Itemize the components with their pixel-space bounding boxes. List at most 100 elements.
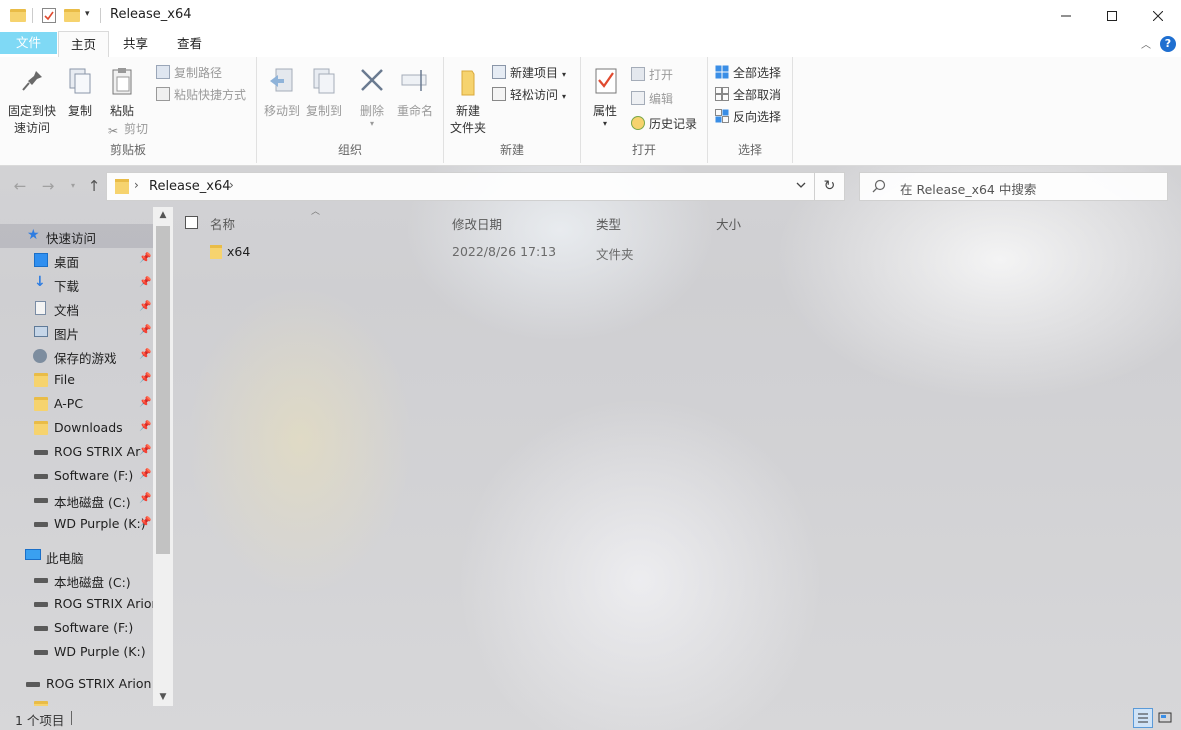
- copy-to-label: 复制到: [305, 104, 342, 118]
- nav-item-rog-strix[interactable]: ROG STRIX Ar 📌: [0, 440, 153, 464]
- large-icons-view-icon[interactable]: [1156, 708, 1176, 728]
- scroll-up-arrow-icon[interactable]: ▲: [153, 207, 173, 224]
- pin-quick-access-button[interactable]: 固定到快 速访问: [6, 65, 58, 137]
- new-folder-button[interactable]: 新建 文件夹: [448, 65, 488, 137]
- invert-selection-button[interactable]: 反向选择: [715, 107, 781, 127]
- file-name[interactable]: x64: [227, 244, 250, 259]
- nav-pc-local-disk-c[interactable]: 本地磁盘 (C:): [0, 568, 153, 592]
- details-view-icon[interactable]: [1133, 708, 1153, 728]
- select-all-checkbox[interactable]: [185, 216, 198, 229]
- up-arrow-icon[interactable]: ↑: [84, 176, 104, 196]
- tab-view[interactable]: 查看: [165, 31, 214, 57]
- nav-pc-rog-strix[interactable]: ROG STRIX Arion: [0, 592, 153, 616]
- forward-arrow-icon[interactable]: →: [38, 176, 58, 196]
- back-arrow-icon[interactable]: ←: [10, 176, 30, 196]
- properties-dropdown-icon: ▾: [602, 119, 607, 128]
- properties-qa-icon[interactable]: [42, 8, 56, 23]
- nav-item-partial[interactable]: [0, 696, 153, 706]
- nav-item-label: 下载: [54, 279, 80, 294]
- column-header-type[interactable]: 类型: [596, 214, 621, 234]
- copy-path-button[interactable]: 复制路径: [156, 63, 222, 83]
- move-to-button[interactable]: 移动到: [263, 65, 301, 120]
- nav-item-label: A-PC: [54, 396, 84, 411]
- clipboard-group-label: 剪贴板: [109, 143, 146, 157]
- nav-this-pc-label: 此电脑: [46, 551, 84, 566]
- search-box[interactable]: 在 Release_x64 中搜索: [859, 172, 1168, 201]
- tab-home[interactable]: 主页: [58, 31, 110, 58]
- copy-to-button[interactable]: 复制到: [305, 65, 343, 120]
- minimize-button[interactable]: [1043, 0, 1089, 31]
- column-header-size[interactable]: 大小: [716, 214, 741, 234]
- nav-item-label: ROG STRIX Ar: [54, 444, 141, 459]
- maximize-button[interactable]: [1089, 0, 1135, 31]
- breadcrumb-release-x64[interactable]: Release_x64: [149, 179, 231, 194]
- select-all-button[interactable]: 全部选择: [715, 63, 781, 83]
- easy-access-button[interactable]: 轻松访问 ▾: [492, 85, 566, 105]
- nav-item-desktop[interactable]: 桌面 📌: [0, 248, 153, 272]
- tab-file[interactable]: 文件: [0, 32, 57, 54]
- cut-button[interactable]: ✂ 剪切: [106, 119, 148, 139]
- column-header-modified[interactable]: 修改日期: [452, 214, 502, 234]
- history-button[interactable]: 历史记录: [631, 114, 697, 134]
- select-group-label: 选择: [737, 143, 762, 157]
- nav-item-downloads[interactable]: ↓ 下载 📌: [0, 272, 153, 296]
- open-group-label: 打开: [631, 143, 656, 157]
- customize-qa-chevron-icon[interactable]: ▾: [85, 9, 90, 19]
- refresh-icon[interactable]: ↻: [814, 173, 844, 200]
- nav-item-label: WD Purple (K:): [54, 644, 146, 659]
- pin-icon: 📌: [139, 517, 152, 528]
- copy-button[interactable]: 复制: [62, 65, 98, 120]
- nav-item-downloads-folder[interactable]: Downloads 📌: [0, 416, 153, 440]
- recent-locations-chevron-icon[interactable]: ▾: [63, 176, 83, 196]
- invert-selection-label: 反向选择: [733, 110, 782, 124]
- edit-button[interactable]: 编辑: [631, 89, 673, 109]
- open-button[interactable]: 打开: [631, 65, 673, 85]
- nav-item-a-pc[interactable]: A-PC 📌: [0, 392, 153, 416]
- folder-icon: [34, 421, 48, 435]
- nav-item-file[interactable]: File 📌: [0, 368, 153, 392]
- address-bar[interactable]: › Release_x64 › ↻: [106, 172, 845, 201]
- new-item-icon: [492, 65, 506, 79]
- select-all-icon: [715, 65, 729, 79]
- breadcrumb-chevron-icon[interactable]: ›: [134, 178, 139, 192]
- title-bar: ▾ Release_x64: [0, 0, 1181, 31]
- nav-item-pictures[interactable]: 图片 📌: [0, 320, 153, 344]
- nav-item-local-disk-c[interactable]: 本地磁盘 (C:) 📌: [0, 488, 153, 512]
- breadcrumb-chevron-icon[interactable]: ›: [229, 178, 234, 192]
- new-folder-qa-icon[interactable]: [64, 9, 80, 22]
- address-dropdown-icon[interactable]: [796, 179, 806, 193]
- nav-item-software-f[interactable]: Software (F:) 📌: [0, 464, 153, 488]
- select-none-button[interactable]: 全部取消: [715, 85, 781, 105]
- nav-item-label: WD Purple (K:): [54, 516, 146, 531]
- move-to-icon: [266, 65, 298, 99]
- nav-item-wd-purple-k[interactable]: WD Purple (K:) 📌: [0, 512, 153, 536]
- window-title: Release_x64: [110, 7, 192, 22]
- navigation-scrollbar[interactable]: ▲ ▼: [153, 207, 173, 706]
- nav-quick-access[interactable]: ★ 快速访问: [0, 224, 153, 248]
- new-item-button[interactable]: 新建项目 ▾: [492, 63, 566, 83]
- nav-this-pc[interactable]: 此电脑: [0, 544, 153, 568]
- copy-label: 复制: [67, 104, 92, 118]
- tab-share[interactable]: 共享: [111, 31, 160, 57]
- delete-button[interactable]: 删除 ▾: [355, 65, 389, 128]
- properties-button[interactable]: 属性 ▾: [587, 65, 623, 128]
- nav-pc-software-f[interactable]: Software (F:): [0, 616, 153, 640]
- nav-item-saved-games[interactable]: 保存的游戏 📌: [0, 344, 153, 368]
- scroll-down-arrow-icon[interactable]: ▼: [153, 689, 173, 706]
- scrollbar-thumb[interactable]: [156, 226, 170, 554]
- paste-button[interactable]: 粘贴: [104, 65, 140, 120]
- drive-icon: [34, 445, 48, 459]
- help-icon[interactable]: ?: [1160, 36, 1176, 52]
- nav-pc-wd-purple-k[interactable]: WD Purple (K:): [0, 640, 153, 664]
- nav-item-documents[interactable]: 文档 📌: [0, 296, 153, 320]
- drive-icon: [26, 677, 40, 691]
- close-button[interactable]: [1135, 0, 1181, 31]
- rename-button[interactable]: 重命名: [395, 65, 435, 120]
- nav-rog-strix-drive[interactable]: ROG STRIX Arion (: [0, 672, 153, 696]
- collapse-ribbon-chevron-icon[interactable]: ︿: [1141, 36, 1151, 51]
- column-header-name[interactable]: 名称: [210, 214, 235, 234]
- divider: [100, 8, 101, 23]
- paste-shortcut-button[interactable]: 粘贴快捷方式: [156, 85, 246, 105]
- folder-icon: [34, 373, 48, 387]
- easy-access-icon: [492, 87, 506, 101]
